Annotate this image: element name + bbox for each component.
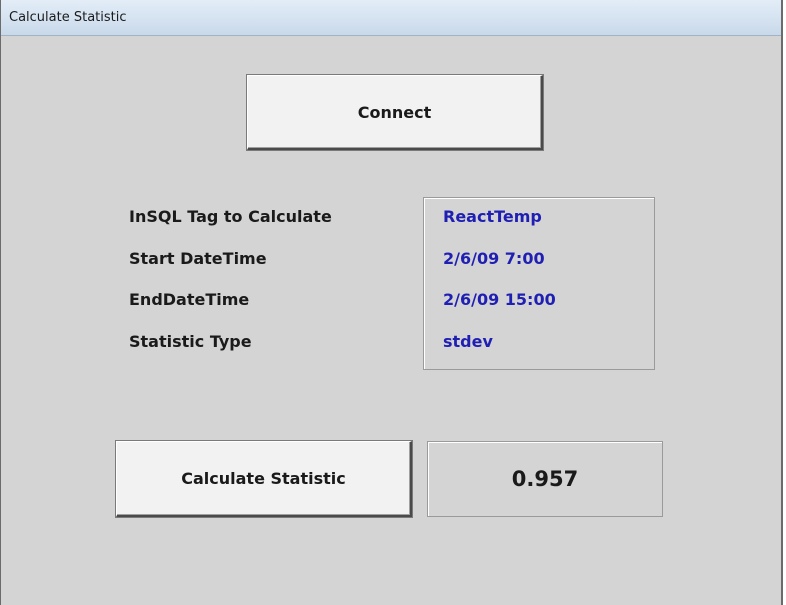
start-datetime-label: Start DateTime bbox=[129, 249, 267, 268]
calculate-statistic-button[interactable]: Calculate Statistic bbox=[116, 441, 412, 517]
title-bar[interactable]: Calculate Statistic bbox=[1, 0, 781, 36]
result-value: 0.957 bbox=[427, 441, 663, 517]
end-datetime-label: EndDateTime bbox=[129, 290, 250, 309]
start-datetime-value[interactable]: 2/6/09 7:00 bbox=[443, 249, 545, 268]
tag-label: InSQL Tag to Calculate bbox=[129, 207, 332, 226]
end-datetime-value[interactable]: 2/6/09 15:00 bbox=[443, 290, 556, 309]
calculate-statistic-window: Calculate Statistic Connect InSQL Tag to… bbox=[0, 0, 783, 605]
connect-button[interactable]: Connect bbox=[247, 75, 543, 150]
statistic-type-label: Statistic Type bbox=[129, 332, 252, 351]
statistic-type-value[interactable]: stdev bbox=[443, 332, 493, 351]
window-title: Calculate Statistic bbox=[9, 10, 127, 25]
tag-value[interactable]: ReactTemp bbox=[443, 207, 542, 226]
